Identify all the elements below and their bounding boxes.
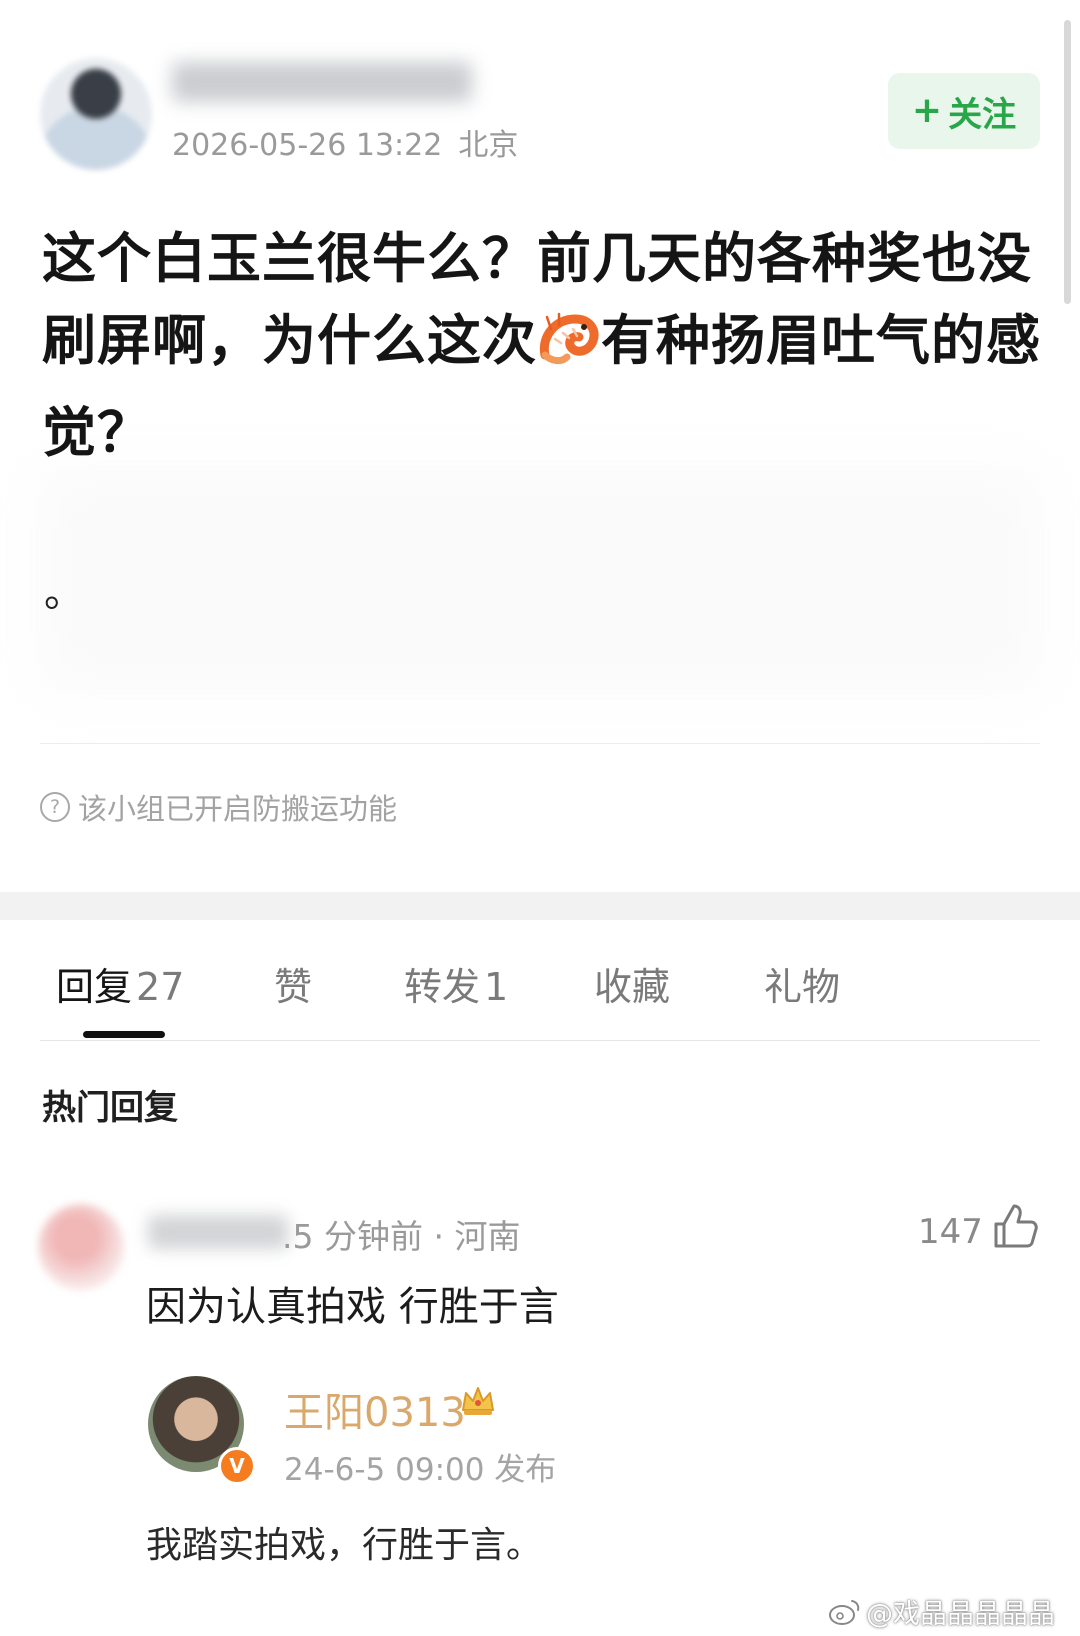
post-meta: 2026-05-26 13:22 北京 [172,120,518,164]
notice-text: 该小组已开启防搬运功能 [78,792,398,826]
tab-replies[interactable]: 回复 27 [56,956,184,1011]
tab-reposts-count: 1 [484,965,509,1009]
tab-favorites-label: 收藏 [594,965,671,1009]
post-date: 2026-05-26 13:22 [172,128,443,163]
tab-reposts[interactable]: 转发 1 [404,956,508,1011]
hot-replies-title: 热门回复 [42,1088,178,1128]
scrollbar[interactable] [1064,20,1071,304]
thumbs-up-icon[interactable] [992,1202,1038,1254]
tab-replies-count: 27 [136,965,185,1009]
quoted-post-meta: 24-6-5 09:00 发布 [284,1452,557,1488]
shrimp-icon [537,310,601,392]
divider [40,743,1040,744]
blurred-content-area [40,470,1040,690]
author-name-blurred[interactable] [172,62,472,102]
tab-gifts[interactable]: 礼物 [764,956,840,1011]
tab-likes-label: 赞 [274,965,313,1009]
tab-favorites[interactable]: 收藏 [594,956,670,1011]
divider [40,1040,1040,1041]
post-location: 北京 [458,128,519,163]
tab-gifts-label: 礼物 [764,965,841,1009]
tab-likes[interactable]: 赞 [274,956,312,1011]
follow-label: 关注 [948,94,1017,135]
watermark: @戏晶晶晶晶晶 [828,1592,1055,1631]
follow-button[interactable]: + 关注 [888,73,1040,149]
active-tab-indicator [83,1031,165,1038]
author-avatar[interactable] [40,58,152,170]
tab-replies-label: 回复 [56,965,133,1009]
post-extra-text: 。 [44,570,84,616]
tab-reposts-label: 转发 [404,965,481,1009]
anti-repost-notice: ? 该小组已开启防搬运功能 [40,786,397,828]
comment-like-count: 147 [918,1212,983,1252]
commenter-name-blurred[interactable] [148,1215,288,1249]
verified-badge-icon: V [218,1447,256,1485]
question-circle-icon: ? [40,792,70,822]
section-separator [0,892,1080,920]
quoted-post-text: 我踏实拍戏，行胜于言。 [146,1525,543,1566]
weibo-logo-icon [829,1599,860,1625]
post-title: 这个白玉兰很牛么？前几天的各种奖也没刷屏啊，为什么这次 有种扬眉吐气的感觉？ [42,218,1042,474]
plus-icon: + [911,90,943,131]
comment-meta: .5 分钟前 · 河南 [282,1217,521,1256]
crown-icon [458,1380,498,1424]
comment-text: 因为认真拍戏 行胜于言 [146,1284,559,1330]
watermark-text: @戏晶晶晶晶晶 [866,1599,1055,1630]
commenter-avatar[interactable] [38,1204,124,1290]
quoted-author-name[interactable]: 王阳0313 [284,1380,466,1438]
